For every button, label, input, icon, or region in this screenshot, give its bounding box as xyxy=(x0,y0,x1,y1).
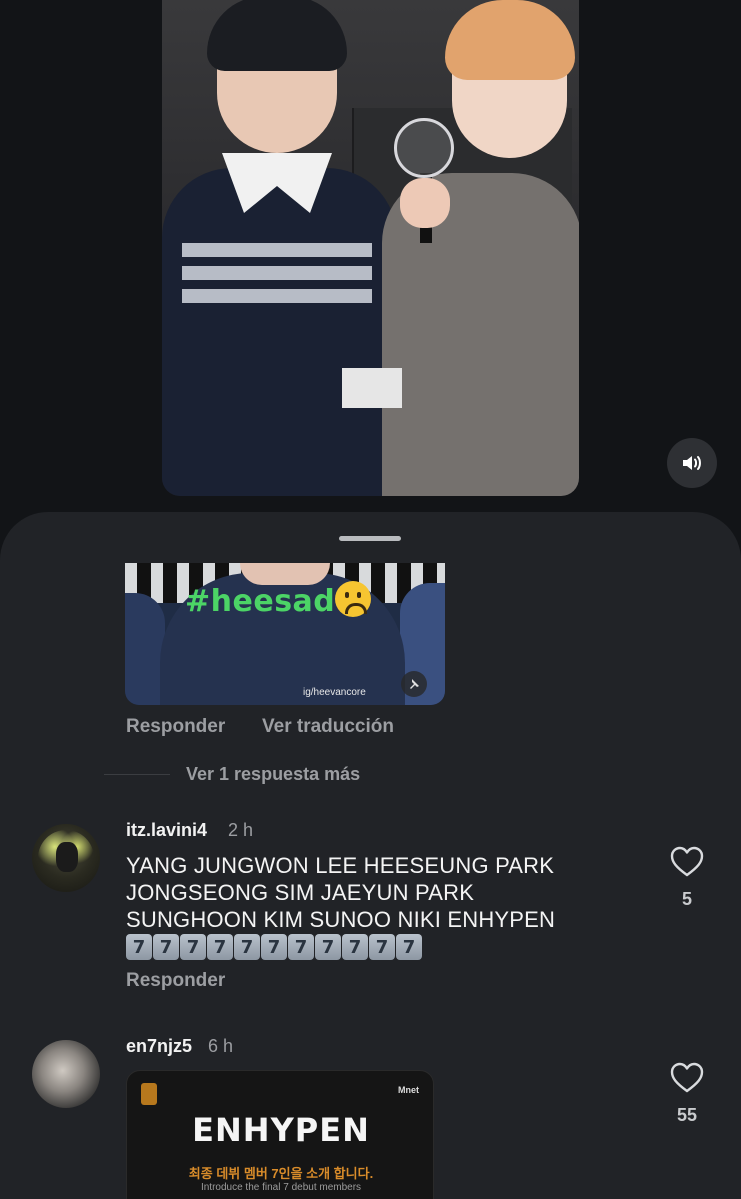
image-title: ENHYPEN xyxy=(192,1111,370,1149)
video-hand xyxy=(400,178,450,228)
gif-credit: ig/heevancore xyxy=(303,687,366,698)
comment-username[interactable]: en7njz5 xyxy=(126,1036,192,1057)
like-button[interactable]: 55 xyxy=(666,1062,708,1126)
video-hair-left xyxy=(207,0,347,71)
logo-icon xyxy=(141,1083,157,1105)
volume-button[interactable] xyxy=(667,438,717,488)
keycap-seven-icon: 7 xyxy=(234,934,260,960)
keycap-seven-icon: 7 xyxy=(315,934,341,960)
reply-button[interactable]: Responder xyxy=(126,716,225,738)
lightstick xyxy=(394,118,454,178)
keycap-seven-icon: 7 xyxy=(288,934,314,960)
speaker-icon xyxy=(683,456,701,470)
comments-sheet: #heesad ig/heevancore Responder Ver trad… xyxy=(0,512,741,1199)
keycap-seven-icon: 7 xyxy=(342,934,368,960)
keycap-seven-icon: 7 xyxy=(396,934,422,960)
gif-hashtag: #heesad xyxy=(185,581,372,619)
thread-divider xyxy=(104,774,170,775)
like-button[interactable]: 5 xyxy=(666,846,708,910)
video-person-left xyxy=(162,168,397,496)
keycap-seven-icon: 7 xyxy=(126,934,152,960)
heart-icon xyxy=(670,1062,704,1093)
sheet-grabber[interactable] xyxy=(339,536,401,541)
comment-username[interactable]: itz.lavini4 xyxy=(126,820,207,841)
video-area xyxy=(0,0,741,520)
comment-image[interactable]: Mnet ENHYPEN 최종 데뷔 멤버 7인을 소개 합니다. Introd… xyxy=(126,1070,434,1199)
brand-label: Mnet xyxy=(398,1085,419,1095)
comment-time: 6 h xyxy=(208,1036,234,1056)
like-count: 55 xyxy=(676,1105,698,1125)
keycap-seven-icon: 7 xyxy=(180,934,206,960)
keycap-seven-icon: 7 xyxy=(153,934,179,960)
image-caption: Introduce the final 7 debut members xyxy=(200,1182,362,1193)
view-more-replies-button[interactable]: Ver 1 respuesta más xyxy=(186,764,360,785)
image-subtitle: 최종 데뷔 멤버 7인을 소개 합니다. xyxy=(188,1166,374,1181)
comment-gif[interactable]: #heesad ig/heevancore xyxy=(125,563,445,705)
like-count: 5 xyxy=(681,889,692,909)
pin-icon[interactable] xyxy=(401,671,427,697)
comment-time: 2 h xyxy=(228,820,254,840)
keycap-seven-icon: 7 xyxy=(207,934,233,960)
keycap-seven-icon: 7 xyxy=(261,934,287,960)
avatar-figure xyxy=(56,842,78,872)
reply-button[interactable]: Responder xyxy=(126,970,225,992)
heart-icon xyxy=(670,846,704,877)
avatar[interactable] xyxy=(32,824,100,892)
sad-face-icon xyxy=(335,581,372,617)
avatar[interactable] xyxy=(32,1040,100,1108)
keycap-emoji-row: 7 7 7 7 7 7 7 7 7 7 7 xyxy=(126,934,422,960)
video-hair-right xyxy=(445,0,575,80)
translate-button[interactable]: Ver traducción xyxy=(262,716,394,738)
comment-text: YANG JUNGWON LEE HEESEUNG PARK JONGSEONG… xyxy=(126,853,556,932)
keycap-seven-icon: 7 xyxy=(369,934,395,960)
video-player[interactable] xyxy=(162,0,579,496)
gif-person-left xyxy=(125,593,165,705)
video-shirt-cuff xyxy=(342,368,402,408)
